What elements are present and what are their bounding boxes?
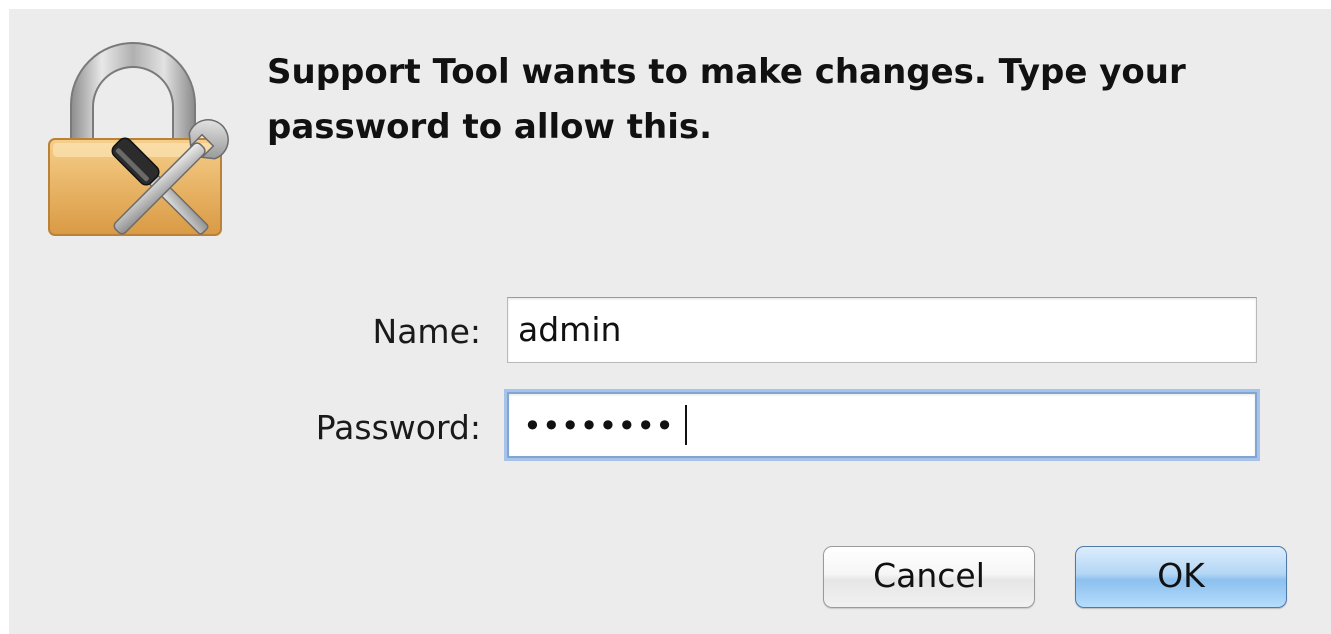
text-caret: [685, 405, 687, 445]
password-label: Password:: [315, 408, 481, 447]
cancel-button[interactable]: Cancel: [823, 546, 1035, 608]
password-field-value: ••••••••: [523, 407, 674, 445]
ok-button[interactable]: OK: [1075, 546, 1287, 608]
dialog-message: Support Tool wants to make changes. Type…: [267, 52, 1186, 147]
name-label: Name:: [372, 312, 481, 351]
password-field[interactable]: ••••••••: [507, 392, 1257, 458]
name-field[interactable]: admin: [507, 297, 1257, 363]
authentication-dialog: Support Tool wants to make changes. Type…: [9, 9, 1331, 634]
name-field-value: admin: [518, 310, 622, 349]
lock-with-tools-icon: [43, 35, 231, 245]
